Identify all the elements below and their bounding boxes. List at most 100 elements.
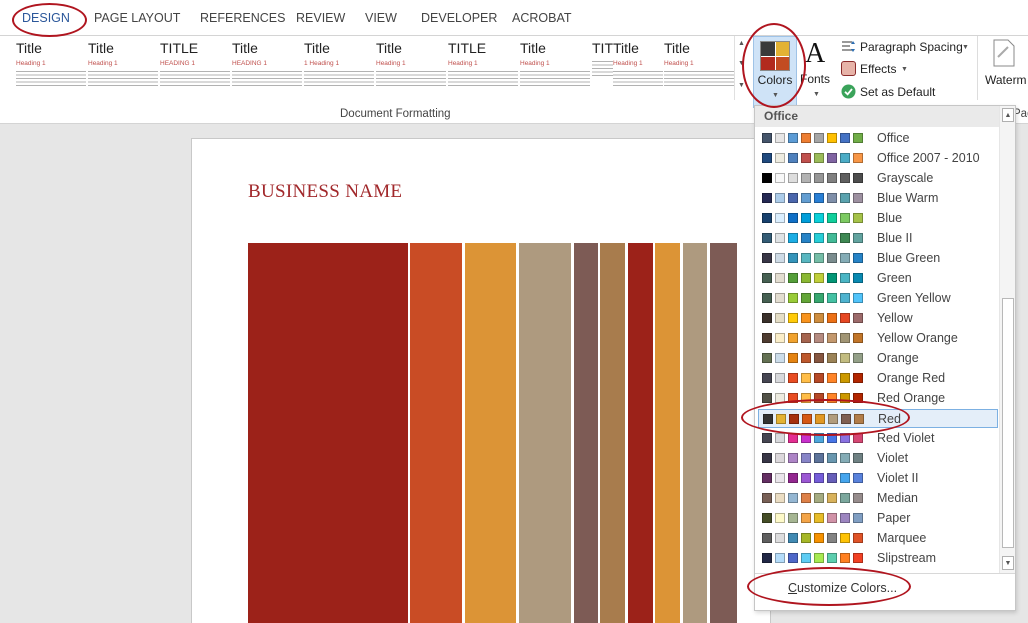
paragraph-spacing-button[interactable]: Paragraph Spacing ▼ [841,38,973,56]
color-swatch [827,293,837,303]
style-set-thumbnail[interactable]: Title Heading 1 [613,40,663,98]
theme-color-yellow[interactable]: Yellow [758,309,998,328]
theme-color-blue[interactable]: Blue [758,209,998,228]
color-bar[interactable] [710,243,737,623]
color-swatch [801,553,811,563]
color-swatch [775,213,785,223]
color-swatch [814,133,824,143]
color-bar[interactable] [655,243,680,623]
tab-review[interactable]: REVIEW [296,11,345,25]
color-swatch [801,133,811,143]
color-swatch [801,353,811,363]
tab-references[interactable]: REFERENCES [200,11,285,25]
style-set-thumbnail[interactable]: TITLE Heading 1 [448,40,518,98]
theme-name: Grayscale [877,171,934,185]
color-swatch [853,133,863,143]
color-swatch [788,193,798,203]
set-as-default-button[interactable]: Set as Default [841,83,941,101]
color-swatch [762,553,772,563]
color-bar[interactable] [519,243,571,623]
color-swatch [840,153,850,163]
style-set-heading: HEADING 1 [232,60,268,67]
color-swatch [840,193,850,203]
color-swatch [762,293,772,303]
style-set-thumbnail[interactable]: Title Heading 1 [520,40,590,98]
style-set-thumbnail[interactable]: Title Heading 1 [376,40,446,98]
theme-color-blue-green[interactable]: Blue Green [758,249,998,268]
color-swatch [788,353,798,363]
color-bar[interactable] [683,243,707,623]
theme-color-blue-ii[interactable]: Blue II [758,229,998,248]
dropdown-scrollbar[interactable]: ▲ ▼ [999,106,1015,573]
theme-color-green[interactable]: Green [758,269,998,288]
color-bar[interactable] [410,243,462,623]
scrollbar-thumb[interactable] [1002,298,1014,548]
style-set-thumbnail[interactable]: Title 1 Heading 1 [304,40,374,98]
color-swatch [775,193,785,203]
color-bar[interactable] [248,243,408,623]
theme-color-paper[interactable]: Paper [758,509,998,528]
color-swatch [762,433,772,443]
tab-developer[interactable]: DEVELOPER [421,11,497,25]
color-swatch [801,513,811,523]
scroll-up-icon[interactable]: ▲ [1002,108,1014,122]
color-swatch [853,493,863,503]
tab-acrobat[interactable]: ACROBAT [512,11,572,25]
color-swatch [814,493,824,503]
color-swatch [814,533,824,543]
style-set-thumbnail[interactable]: TITLE HEADING 1 [160,40,230,98]
theme-color-office[interactable]: Office [758,129,998,148]
theme-color-marquee[interactable]: Marquee [758,529,998,548]
color-swatch [788,253,798,263]
theme-color-grayscale[interactable]: Grayscale [758,169,998,188]
theme-color-blue-warm[interactable]: Blue Warm [758,189,998,208]
style-set-title: TITLE [448,40,487,56]
style-set-thumbnail[interactable]: Title Heading 1 [16,40,86,98]
style-set-thumbnail[interactable]: Title Heading 1 [664,40,734,98]
theme-color-violet-ii[interactable]: Violet II [758,469,998,488]
color-swatch [814,293,824,303]
style-set-body-text [448,70,518,88]
color-swatch [853,373,863,383]
style-set-thumbnail[interactable]: Title HEADING 1 [232,40,302,98]
theme-color-violet[interactable]: Violet [758,449,998,468]
color-swatch [853,273,863,283]
color-swatch [853,313,863,323]
tab-view[interactable]: VIEW [365,11,397,25]
color-swatch [853,333,863,343]
theme-color-yellow-orange[interactable]: Yellow Orange [758,329,998,348]
style-set-heading: 1 Heading 1 [304,60,340,67]
style-set-title: Title [613,40,639,56]
business-name[interactable]: BUSINESS NAME [248,181,402,203]
style-set-heading: Heading 1 [376,60,406,67]
tab-page-layout[interactable]: PAGE LAYOUT [94,11,180,25]
style-set-thumbnail[interactable]: TITLE [592,40,613,98]
theme-name: Red Orange [877,391,946,405]
theme-color-orange[interactable]: Orange [758,349,998,368]
color-swatch [840,293,850,303]
theme-color-green-yellow[interactable]: Green Yellow [758,289,998,308]
color-swatch [801,153,811,163]
theme-color-orange-red[interactable]: Orange Red [758,369,998,388]
style-set-thumbnail[interactable]: Title Heading 1 [88,40,158,98]
color-swatch [762,393,772,403]
watermark-button[interactable]: Waterm [977,36,1028,100]
color-bar[interactable] [628,243,653,623]
color-swatch [775,373,785,383]
color-swatch [814,333,824,343]
color-swatch [853,173,863,183]
theme-color-median[interactable]: Median [758,489,998,508]
effects-button[interactable]: Effects ▼ [841,60,913,78]
theme-color-office-2007-2010[interactable]: Office 2007 - 2010 [758,149,998,168]
color-swatch [814,513,824,523]
color-bar[interactable] [600,243,625,623]
scroll-down-icon[interactable]: ▼ [1002,556,1014,570]
color-bar[interactable] [574,243,598,623]
theme-color-slipstream[interactable]: Slipstream [758,549,998,568]
theme-name: Green [877,271,912,285]
gallery-up-icon[interactable]: ▲ [738,40,745,47]
color-swatch [801,453,811,463]
chevron-down-icon: ▼ [901,66,908,73]
color-bar[interactable] [465,243,516,623]
color-swatch [775,273,785,283]
